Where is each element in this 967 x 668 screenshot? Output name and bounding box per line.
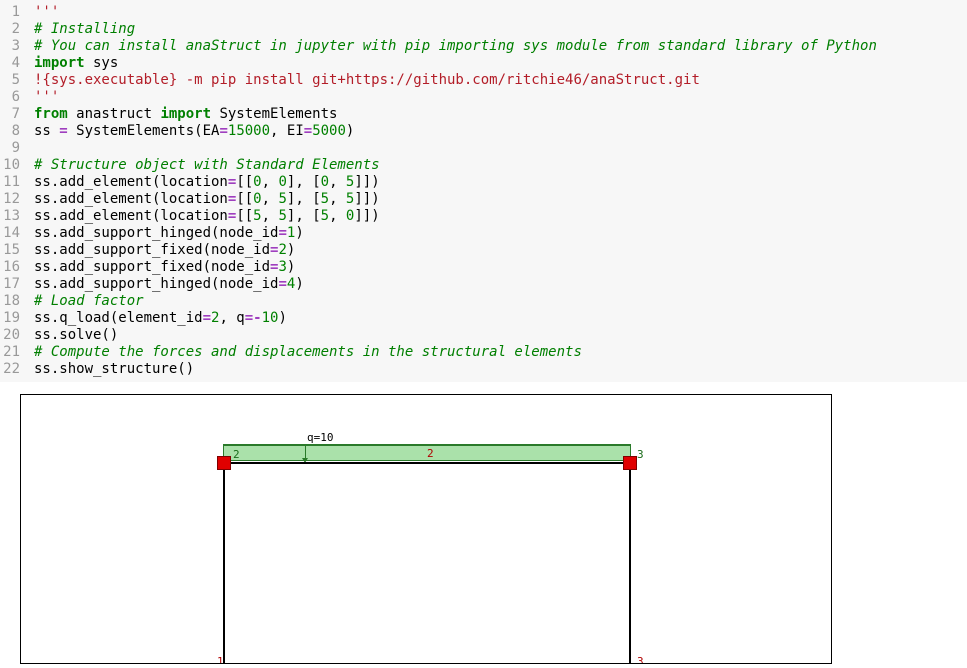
code-line[interactable]: # Load factor	[34, 293, 967, 310]
node-3-label: 3	[637, 448, 644, 461]
q-load-arrow-icon	[305, 445, 306, 459]
fixed-support-node3	[623, 456, 637, 470]
code-line[interactable]: # Installing	[34, 21, 967, 38]
element-1-label: 1	[217, 655, 224, 664]
line-number: 7	[0, 106, 20, 123]
line-number: 2	[0, 21, 20, 38]
code-line[interactable]: ss.show_structure()	[34, 361, 967, 378]
fixed-support-node2	[217, 456, 231, 470]
code-editor[interactable]: 12345678910111213141516171819202122 '''#…	[0, 0, 967, 382]
line-number: 4	[0, 55, 20, 72]
code-line[interactable]: # You can install anaStruct in jupyter w…	[34, 38, 967, 55]
line-number: 20	[0, 327, 20, 344]
ytick-mark	[20, 543, 21, 544]
line-number: 5	[0, 72, 20, 89]
line-number: 17	[0, 276, 20, 293]
ytick-mark	[20, 623, 21, 624]
line-number: 15	[0, 242, 20, 259]
ytick-mark	[20, 463, 21, 464]
line-number: 12	[0, 191, 20, 208]
code-content[interactable]: '''# Installing# You can install anaStru…	[26, 0, 967, 382]
element-1-line	[223, 463, 225, 664]
code-line[interactable]: !{sys.executable} -m pip install git+htt…	[34, 72, 967, 89]
code-line[interactable]: # Compute the forces and displacements i…	[34, 344, 967, 361]
code-line[interactable]: ss.add_support_fixed(node_id=2)	[34, 242, 967, 259]
line-number: 3	[0, 38, 20, 55]
line-number: 14	[0, 225, 20, 242]
code-line[interactable]: ss.q_load(element_id=2, q=-10)	[34, 310, 967, 327]
code-line[interactable]	[34, 140, 967, 157]
q-load-label: q=10	[307, 431, 334, 444]
line-number: 22	[0, 361, 20, 378]
line-number: 1	[0, 4, 20, 21]
element-3-label: 3	[637, 655, 644, 664]
line-number: 10	[0, 157, 20, 174]
element-2-line	[223, 462, 631, 464]
code-line[interactable]: '''	[34, 89, 967, 106]
line-number: 13	[0, 208, 20, 225]
code-line[interactable]: ss.add_support_hinged(node_id=4)	[34, 276, 967, 293]
line-number-gutter: 12345678910111213141516171819202122	[0, 0, 26, 382]
line-number: 11	[0, 174, 20, 191]
code-line[interactable]: import sys	[34, 55, 967, 72]
plot-output: 5 4 3 q=10 2 3 2 1 3	[0, 382, 967, 664]
q-load-topline	[223, 444, 631, 446]
line-number: 19	[0, 310, 20, 327]
structure-plot: 5 4 3 q=10 2 3 2 1 3	[20, 394, 832, 664]
element-3-line	[629, 463, 631, 664]
code-line[interactable]: ss.add_support_hinged(node_id=1)	[34, 225, 967, 242]
code-line[interactable]: '''	[34, 4, 967, 21]
line-number: 9	[0, 140, 20, 157]
element-2-label: 2	[427, 447, 434, 460]
line-number: 16	[0, 259, 20, 276]
code-line[interactable]: ss.add_support_fixed(node_id=3)	[34, 259, 967, 276]
node-2-label: 2	[233, 448, 240, 461]
code-line[interactable]: ss.add_element(location=[[5, 5], [5, 0]]…	[34, 208, 967, 225]
code-line[interactable]: ss.add_element(location=[[0, 0], [0, 5]]…	[34, 174, 967, 191]
code-line[interactable]: from anastruct import SystemElements	[34, 106, 967, 123]
code-line[interactable]: ss = SystemElements(EA=15000, EI=5000)	[34, 123, 967, 140]
line-number: 18	[0, 293, 20, 310]
code-line[interactable]: # Structure object with Standard Element…	[34, 157, 967, 174]
line-number: 21	[0, 344, 20, 361]
line-number: 8	[0, 123, 20, 140]
line-number: 6	[0, 89, 20, 106]
code-line[interactable]: ss.solve()	[34, 327, 967, 344]
code-line[interactable]: ss.add_element(location=[[0, 5], [5, 5]]…	[34, 191, 967, 208]
